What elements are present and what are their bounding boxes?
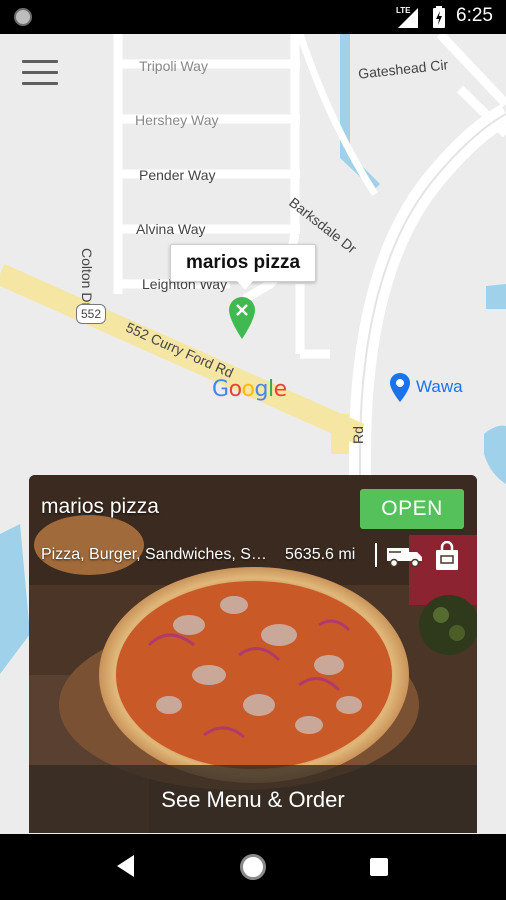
logo-letter: o (241, 377, 255, 402)
divider (375, 543, 377, 567)
see-menu-order-button[interactable]: See Menu & Order (29, 765, 477, 833)
battery-icon (433, 6, 445, 28)
distance-label: 5635.6 mi (285, 546, 356, 563)
signal-icon (398, 8, 418, 28)
street-label: Rd (350, 426, 366, 444)
google-logo: Google (212, 377, 287, 402)
street-label: Hershey Way (135, 112, 219, 128)
notification-dot-icon (14, 8, 32, 26)
delivery-truck-icon (387, 548, 422, 567)
street-label: Tripoli Way (139, 58, 208, 74)
logo-letter: g (254, 377, 269, 402)
hamburger-line (22, 60, 58, 63)
see-menu-order-label: See Menu & Order (161, 787, 345, 812)
hamburger-line (22, 82, 58, 85)
clock: 6:25 (456, 5, 493, 26)
restaurant-card[interactable]: marios pizza OPEN Pizza, Burger, Sandwic… (29, 475, 477, 833)
hamburger-line (22, 71, 58, 74)
street-label: Alvina Way (136, 221, 206, 237)
logo-letter: o (228, 377, 242, 402)
recent-apps-icon[interactable] (370, 858, 388, 876)
status-bar: LTE 6:25 (0, 0, 506, 34)
cuisine-list: Pizza, Burger, Sandwiches, Salads (41, 546, 271, 563)
status-badge: OPEN (360, 489, 464, 529)
back-icon[interactable] (117, 855, 135, 877)
shopping-bag-icon (436, 541, 458, 570)
logo-letter: e (273, 377, 288, 402)
home-icon[interactable] (240, 854, 266, 880)
system-navigation-bar (0, 834, 506, 900)
logo-letter: G (212, 377, 229, 402)
menu-button[interactable] (22, 60, 60, 90)
restaurant-name: marios pizza (41, 495, 159, 518)
poi-label[interactable]: Wawa (416, 377, 463, 397)
street-label: Colton Dr (79, 248, 95, 308)
route-badge: 552 (76, 304, 106, 324)
restaurant-pin-icon[interactable] (228, 296, 256, 340)
poi-pin-icon[interactable] (389, 373, 411, 403)
marker-info-window[interactable]: marios pizza (170, 244, 316, 290)
street-label: Pender Way (139, 167, 216, 183)
